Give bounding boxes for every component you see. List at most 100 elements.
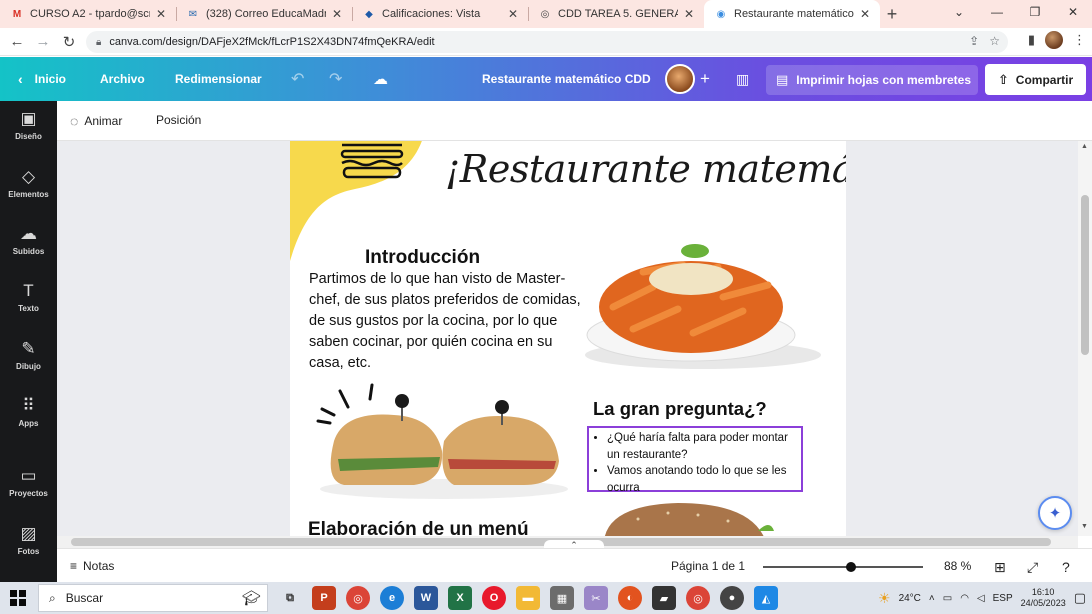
cloud-saved-icon[interactable]: ☁	[373, 57, 388, 101]
zoom-value[interactable]: 88 %	[944, 559, 971, 573]
zoom-slider-knob[interactable]	[846, 562, 856, 572]
close-tab-icon[interactable]: ✕	[508, 7, 518, 21]
magic-sparkle-icon[interactable]: ✦	[1038, 496, 1072, 530]
canvas-workspace[interactable]: ¡Restaurante matemático! Introducción Pa…	[57, 141, 1078, 536]
print-letterhead-button[interactable]: ▤ Imprimir hojas con membretes	[766, 65, 978, 95]
file-explorer-icon[interactable]: ▬	[516, 586, 540, 610]
sidebar-item-diseño[interactable]: ▣ Diseño	[0, 103, 57, 147]
close-window-icon[interactable]: ✕	[1054, 0, 1092, 24]
excel-icon[interactable]: X	[448, 586, 472, 610]
edge-icon[interactable]: e	[380, 586, 404, 610]
page-indicator[interactable]: Página 1 de 1	[671, 559, 745, 573]
teams-icon[interactable]: ◭	[754, 586, 778, 610]
scroll-down-icon[interactable]: ▼	[1081, 523, 1088, 530]
collaborator-avatar[interactable]	[665, 57, 695, 101]
vertical-scrollbar[interactable]: ▲ ▼	[1078, 141, 1092, 536]
file-menu[interactable]: Archivo	[100, 57, 145, 101]
gmail-icon: M	[12, 8, 22, 20]
design-page[interactable]: ¡Restaurante matemático! Introducción Pa…	[290, 141, 846, 536]
taskbar-search[interactable]: ⌕ Buscar 🎓︎	[38, 584, 268, 612]
grid-view-icon[interactable]: ⊞	[994, 559, 1006, 576]
sandwich-image[interactable]	[314, 381, 574, 501]
notes-button[interactable]: ≡ Notas	[70, 559, 114, 573]
snipping-tool-icon[interactable]: ✂	[584, 586, 608, 610]
tab-search-icon[interactable]: ⌄	[940, 0, 978, 24]
sidebar-item-texto[interactable]: T Texto	[0, 275, 57, 319]
intro-paragraph[interactable]: Partimos de lo que han visto de Master-c…	[309, 269, 584, 374]
language-indicator[interactable]: ESP	[993, 593, 1013, 604]
task-view-icon[interactable]: ⧉	[278, 586, 302, 610]
browser-tab-3[interactable]: ◆ Calificaciones: Vista ✕	[352, 0, 528, 28]
powerpoint-icon[interactable]: P	[312, 586, 336, 610]
browser-tab-4[interactable]: ◎ CDD TAREA 5. GENERAL ✕	[528, 0, 704, 28]
search-label: Buscar	[65, 591, 104, 605]
share-button[interactable]: ⇧ Compartir	[985, 64, 1086, 95]
obs-icon[interactable]: ●	[720, 586, 744, 610]
taskbar-clock[interactable]: 16:10 24/05/2023	[1021, 587, 1066, 609]
animate-button[interactable]: ◌ Animar	[70, 113, 122, 129]
lock-icon[interactable]: 🔒︎	[96, 37, 101, 48]
volume-icon[interactable]: ◁	[977, 593, 985, 604]
forward-icon[interactable]: →	[30, 29, 56, 55]
pasta-plate-image[interactable]	[583, 237, 833, 371]
close-tab-icon[interactable]: ✕	[156, 7, 166, 21]
add-collaborator-icon[interactable]: +	[700, 57, 710, 101]
home-link[interactable]: ‹ Inicio	[18, 57, 66, 101]
sidebar-item-proyectos[interactable]: ▭ Proyectos	[0, 460, 57, 504]
document-title[interactable]: Restaurante matemático CDD	[482, 57, 651, 101]
sidebar-item-dibujo[interactable]: ✎ Dibujo	[0, 333, 57, 377]
sidebar-item-fotos[interactable]: ▨ Fotos	[0, 518, 57, 562]
intro-heading[interactable]: Introducción	[365, 247, 480, 269]
fullscreen-icon[interactable]: ⤢	[1027, 559, 1038, 576]
bookmark-star-icon[interactable]: ☆	[989, 34, 1000, 48]
browser-actions: ▮ ⋮	[1028, 31, 1086, 49]
close-tab-icon[interactable]: ✕	[684, 7, 694, 21]
resize-menu[interactable]: Redimensionar	[175, 57, 262, 101]
sidebar-item-subidos[interactable]: ☁ Subidos	[0, 218, 57, 262]
weather-temp[interactable]: 24°C	[899, 593, 921, 604]
sidebar-item-elementos[interactable]: ◇ Elementos	[0, 161, 57, 205]
wifi-icon[interactable]: ◠	[960, 593, 969, 604]
url-field[interactable]: 🔒︎ canva.com/design/DAFjeX2fMck/fLcrP1S2…	[86, 31, 1008, 53]
chrome-profile-icon[interactable]: ◎	[686, 586, 710, 610]
opera-icon[interactable]: O	[482, 586, 506, 610]
bread-image[interactable]	[598, 501, 778, 536]
weather-icon[interactable]: ☀	[878, 590, 891, 607]
sidebar-item-apps[interactable]: ⠿ Apps	[0, 390, 57, 434]
insights-chart-icon[interactable]: ▥	[736, 57, 749, 101]
profile-avatar[interactable]	[1045, 31, 1063, 49]
minimize-icon[interactable]: —	[978, 0, 1016, 24]
browser-menu-icon[interactable]: ⋮	[1073, 32, 1086, 48]
question-heading[interactable]: La gran pregunta¿?	[593, 398, 767, 420]
side-panel-icon[interactable]: ▮	[1028, 32, 1035, 48]
redo-icon[interactable]: ↷	[329, 57, 342, 101]
network-icon[interactable]: ▭	[943, 593, 952, 604]
notifications-icon[interactable]: ▢	[1074, 590, 1086, 606]
chevron-up-tray-icon[interactable]: ˄	[929, 593, 935, 604]
close-tab-icon[interactable]: ✕	[860, 7, 870, 21]
pen-tool-icon[interactable]: ▰	[652, 586, 676, 610]
browser-tab-2[interactable]: ✉ (328) Correo EducaMadrid :: I ✕	[176, 0, 352, 28]
zoom-slider[interactable]	[763, 562, 923, 572]
windows-start-icon[interactable]	[0, 582, 36, 614]
calculator-icon[interactable]: ▦	[550, 586, 574, 610]
question-textbox-selected[interactable]: ¿Qué haría falta para poder montar un re…	[587, 426, 803, 494]
scroll-up-icon[interactable]: ▲	[1081, 143, 1088, 150]
browser-tab-5[interactable]: ◉ Restaurante matemático CDD ✕	[704, 0, 880, 28]
browser-tab-1[interactable]: M CURSO A2 - tpardo@screpar ✕	[0, 0, 176, 28]
position-button[interactable]: Posición	[156, 113, 201, 127]
restore-icon[interactable]: ❐	[1016, 0, 1054, 24]
share-page-icon[interactable]: ⇪	[969, 34, 979, 48]
vertical-scroll-thumb[interactable]	[1081, 195, 1089, 355]
chrome-icon[interactable]: ◎	[346, 586, 370, 610]
design-title[interactable]: ¡Restaurante matemático!	[445, 147, 846, 191]
word-icon[interactable]: W	[414, 586, 438, 610]
close-tab-icon[interactable]: ✕	[332, 7, 342, 21]
new-tab-button[interactable]: +	[880, 0, 904, 28]
help-icon[interactable]: ?	[1062, 559, 1070, 575]
reload-icon[interactable]: ↻	[56, 29, 82, 55]
back-icon[interactable]: ←	[4, 29, 30, 55]
undo-icon[interactable]: ↶	[291, 57, 304, 101]
menu-heading[interactable]: Elaboración de un menú	[308, 519, 529, 536]
firefox-icon[interactable]: ◐	[618, 586, 642, 610]
